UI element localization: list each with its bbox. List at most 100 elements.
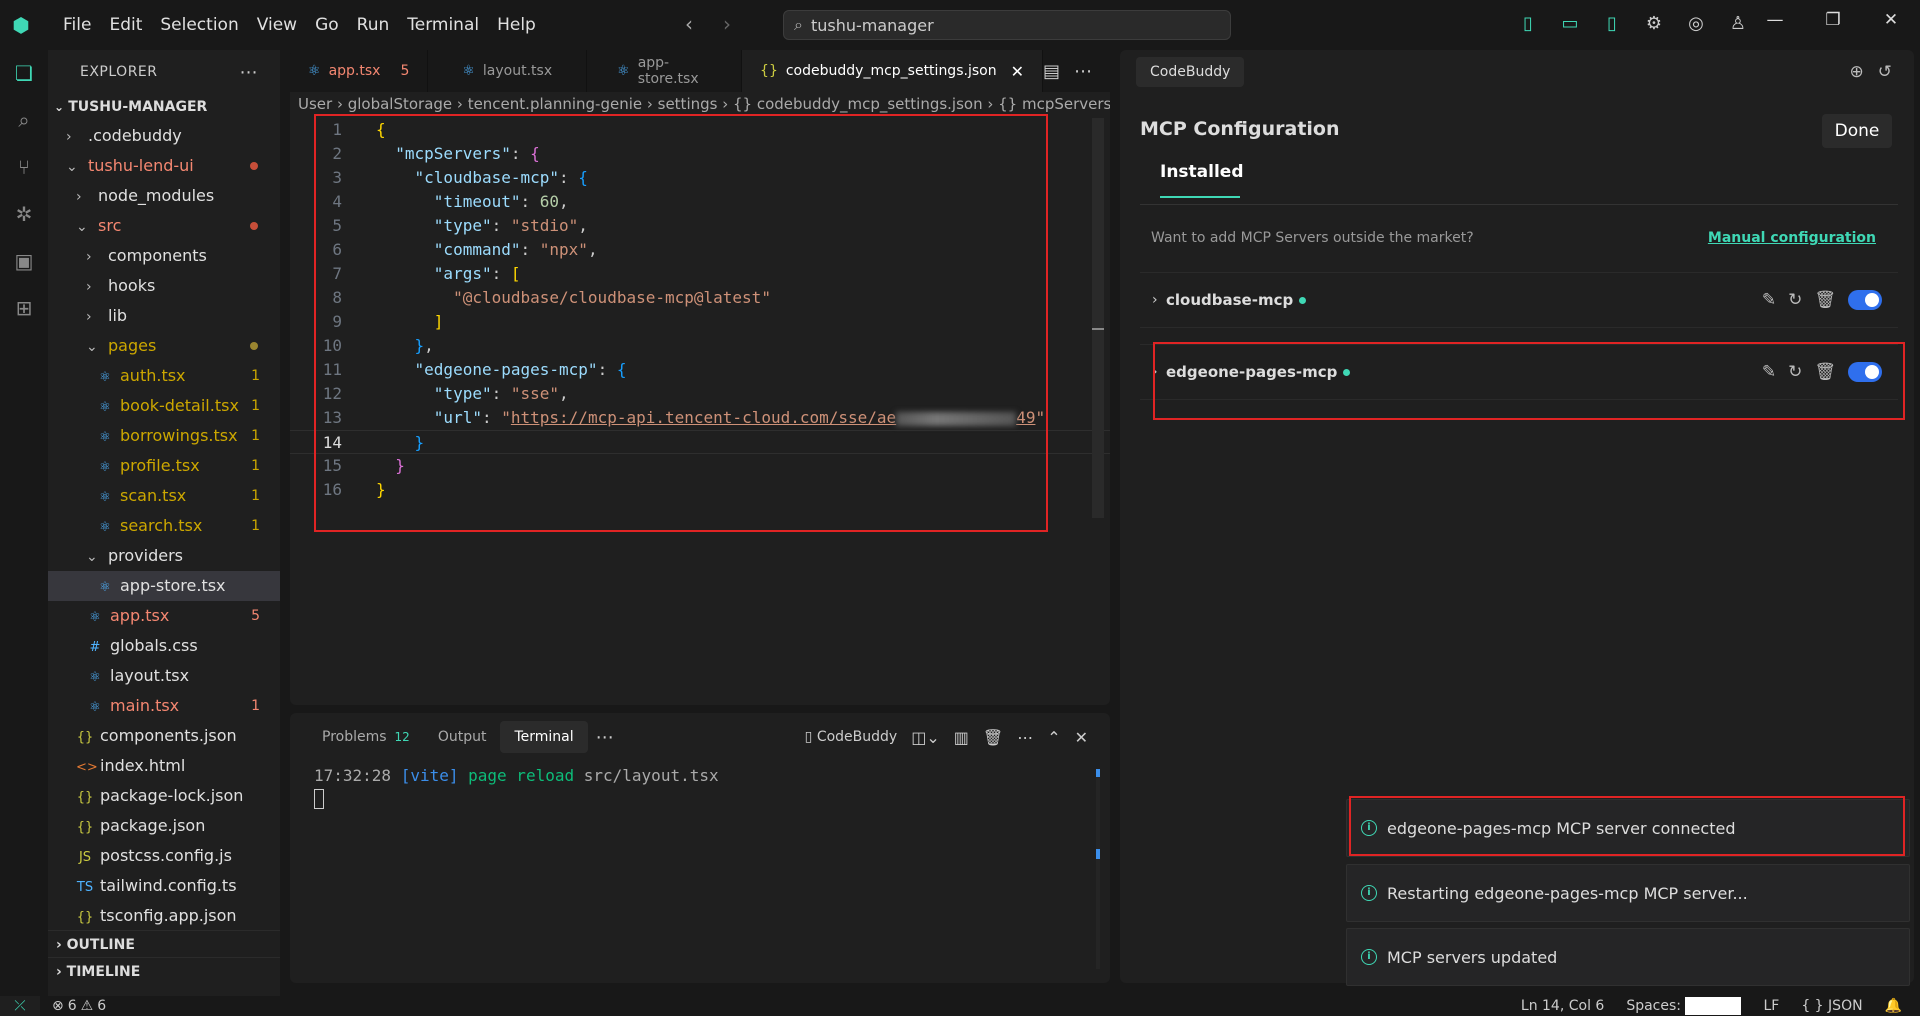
more-actions-icon[interactable]: ⋯ bbox=[596, 727, 614, 748]
file-item[interactable]: ⚛ search.tsx 1 bbox=[48, 511, 280, 541]
file-item[interactable]: ⚛ borrowings.tsx 1 bbox=[48, 421, 280, 451]
extensions-icon[interactable]: ⊞ bbox=[0, 285, 48, 332]
menu-terminal[interactable]: Terminal bbox=[398, 13, 488, 37]
menu-selection[interactable]: Selection bbox=[151, 13, 247, 37]
source-control-icon[interactable]: ⑂ bbox=[0, 144, 48, 191]
workspace-root[interactable]: ⌄ TUSHU-MANAGER bbox=[48, 94, 280, 121]
settings-gear-icon[interactable]: ⚙ bbox=[1642, 12, 1666, 36]
done-button[interactable]: Done bbox=[1822, 114, 1892, 148]
notification-toast[interactable]: i Restarting edgeone-pages-mcp MCP serve… bbox=[1346, 864, 1910, 922]
split-panel-icon[interactable]: ▥ bbox=[954, 728, 969, 747]
menu-edit[interactable]: Edit bbox=[100, 13, 151, 37]
folder-item[interactable]: › hooks bbox=[48, 271, 280, 301]
chevron-right-icon[interactable]: › bbox=[1152, 292, 1166, 308]
file-item[interactable]: TS tailwind.config.ts bbox=[48, 871, 280, 901]
browser-icon[interactable]: ◎ bbox=[1684, 12, 1708, 36]
file-item[interactable]: <> index.html bbox=[48, 751, 280, 781]
explorer-icon[interactable]: ❏ bbox=[0, 50, 48, 97]
tab-mcp-settings-json[interactable]: {} codebuddy_mcp_settings.json ✕ bbox=[742, 50, 1043, 92]
tab-layout-tsx[interactable]: ⚛ layout.tsx bbox=[428, 50, 588, 92]
tab-app-store-tsx[interactable]: ⚛ app-store.tsx bbox=[587, 50, 743, 92]
folder-item[interactable]: › lib bbox=[48, 301, 280, 331]
eol[interactable]: LF bbox=[1763, 998, 1779, 1014]
tab-installed[interactable]: Installed bbox=[1160, 162, 1244, 198]
more-actions-icon[interactable]: ⋯ bbox=[240, 62, 259, 83]
menu-help[interactable]: Help bbox=[488, 13, 545, 37]
command-center-search[interactable]: ⌕ tushu-manager bbox=[783, 10, 1231, 40]
folder-item[interactable]: › components bbox=[48, 241, 280, 271]
close-window-icon[interactable]: ✕ bbox=[1862, 0, 1920, 40]
toggle-panel-icon[interactable]: ▭ bbox=[1558, 12, 1582, 36]
menu-go[interactable]: Go bbox=[306, 13, 348, 37]
new-chat-icon[interactable]: ⊕ bbox=[1850, 62, 1864, 82]
enable-toggle[interactable] bbox=[1848, 290, 1882, 310]
trash-icon[interactable]: 🗑 bbox=[983, 728, 1003, 747]
menu-run[interactable]: Run bbox=[348, 13, 399, 37]
tab-problems[interactable]: Problems 12 bbox=[308, 721, 424, 753]
breadcrumb[interactable]: User › globalStorage › tencent.planning-… bbox=[290, 92, 1110, 116]
notification-toast[interactable]: i MCP servers updated bbox=[1346, 928, 1910, 986]
minimize-icon[interactable]: — bbox=[1746, 0, 1804, 40]
more-actions-icon[interactable]: ⋯ bbox=[1017, 728, 1033, 747]
file-item[interactable]: ⚛ profile.tsx 1 bbox=[48, 451, 280, 481]
outline-section[interactable]: › OUTLINE bbox=[48, 930, 280, 958]
file-item[interactable]: {} components.json bbox=[48, 721, 280, 751]
toggle-secondary-sidebar-icon[interactable]: ▯ bbox=[1600, 12, 1624, 36]
back-arrow-icon[interactable]: ‹ bbox=[685, 12, 693, 36]
status-right: Ln 14, Col 6 Spaces: LF { } JSON 🔔 bbox=[1521, 997, 1920, 1015]
remote-indicator-icon[interactable]: ⤫ bbox=[0, 996, 40, 1016]
search-view-icon[interactable]: ⌕ bbox=[0, 97, 48, 144]
folder-item[interactable]: › .codebuddy bbox=[48, 121, 280, 151]
menu-view[interactable]: View bbox=[248, 13, 306, 37]
bell-icon[interactable]: 🔔 bbox=[1885, 998, 1902, 1014]
split-terminal-icon[interactable]: ◫⌄ bbox=[911, 728, 940, 747]
menu-file[interactable]: File bbox=[54, 13, 100, 37]
server-row-cloudbase-mcp[interactable]: › cloudbase-mcp ✎ ↻ 🗑 bbox=[1140, 272, 1898, 328]
folder-item[interactable]: ⌄ src bbox=[48, 211, 280, 241]
tab-terminal[interactable]: Terminal bbox=[500, 721, 588, 753]
file-item[interactable]: {} package.json bbox=[48, 811, 280, 841]
problems-status[interactable]: ⊗ 6 ⚠ 6 bbox=[40, 998, 106, 1014]
folder-item[interactable]: ⌄ tushu-lend-ui bbox=[48, 151, 280, 181]
remote-explorer-icon[interactable]: ▣ bbox=[0, 238, 48, 285]
toggle-primary-sidebar-icon[interactable]: ▯ bbox=[1516, 12, 1540, 36]
folder-item[interactable]: ⌄ providers bbox=[48, 541, 280, 571]
file-item[interactable]: {} package-lock.json bbox=[48, 781, 280, 811]
more-actions-icon[interactable]: ⋯ bbox=[1074, 61, 1092, 82]
file-item[interactable]: ⚛ book-detail.tsx 1 bbox=[48, 391, 280, 421]
codebuddy-tab[interactable]: CodeBuddy bbox=[1136, 57, 1245, 87]
terminal-scrollbar[interactable] bbox=[1096, 769, 1100, 969]
terminal-instance[interactable]: ▯ CodeBuddy bbox=[805, 729, 898, 745]
cursor-position[interactable]: Ln 14, Col 6 bbox=[1521, 998, 1604, 1014]
forward-arrow-icon[interactable]: › bbox=[723, 12, 731, 36]
split-editor-icon[interactable]: ▤ bbox=[1043, 61, 1060, 82]
manual-config-link[interactable]: Manual configuration bbox=[1708, 230, 1876, 246]
maximize-panel-icon[interactable]: ⌃ bbox=[1047, 728, 1060, 747]
restore-icon[interactable]: ❐ bbox=[1804, 0, 1862, 40]
file-item[interactable]: ⚛ auth.tsx 1 bbox=[48, 361, 280, 391]
file-item[interactable]: {} tsconfig.app.json bbox=[48, 901, 280, 931]
folder-item[interactable]: › node_modules bbox=[48, 181, 280, 211]
language-mode[interactable]: { } JSON bbox=[1801, 998, 1862, 1014]
debug-icon[interactable]: ✲ bbox=[0, 191, 48, 238]
edit-icon[interactable]: ✎ bbox=[1762, 290, 1776, 310]
timeline-section[interactable]: › TIMELINE bbox=[48, 957, 280, 985]
folder-item[interactable]: ⌄ pages bbox=[48, 331, 280, 361]
file-item[interactable]: ⚛ app.tsx 5 bbox=[48, 601, 280, 631]
history-icon[interactable]: ↺ bbox=[1878, 62, 1892, 82]
file-item[interactable]: ⚛ scan.tsx 1 bbox=[48, 481, 280, 511]
restart-icon[interactable]: ↻ bbox=[1788, 290, 1802, 310]
tab-app-tsx[interactable]: ⚛ app.tsx 5 bbox=[290, 50, 429, 92]
tab-output[interactable]: Output bbox=[424, 721, 501, 753]
file-item[interactable]: ⚛ layout.tsx bbox=[48, 661, 280, 691]
file-item[interactable]: JS postcss.config.js bbox=[48, 841, 280, 871]
terminal-output[interactable]: 17:32:28 [vite] page reload src/layout.t… bbox=[290, 761, 1110, 813]
file-item[interactable]: # globals.css bbox=[48, 631, 280, 661]
indentation[interactable]: Spaces: bbox=[1626, 997, 1742, 1015]
file-item[interactable]: ⚛ main.tsx 1 bbox=[48, 691, 280, 721]
close-tab-icon[interactable]: ✕ bbox=[1011, 62, 1024, 81]
editor-scrollbar[interactable] bbox=[1092, 118, 1104, 518]
file-item[interactable]: ⚛ app-store.tsx bbox=[48, 571, 280, 601]
close-panel-icon[interactable]: ✕ bbox=[1075, 728, 1088, 747]
trash-icon[interactable]: 🗑 bbox=[1814, 290, 1836, 310]
